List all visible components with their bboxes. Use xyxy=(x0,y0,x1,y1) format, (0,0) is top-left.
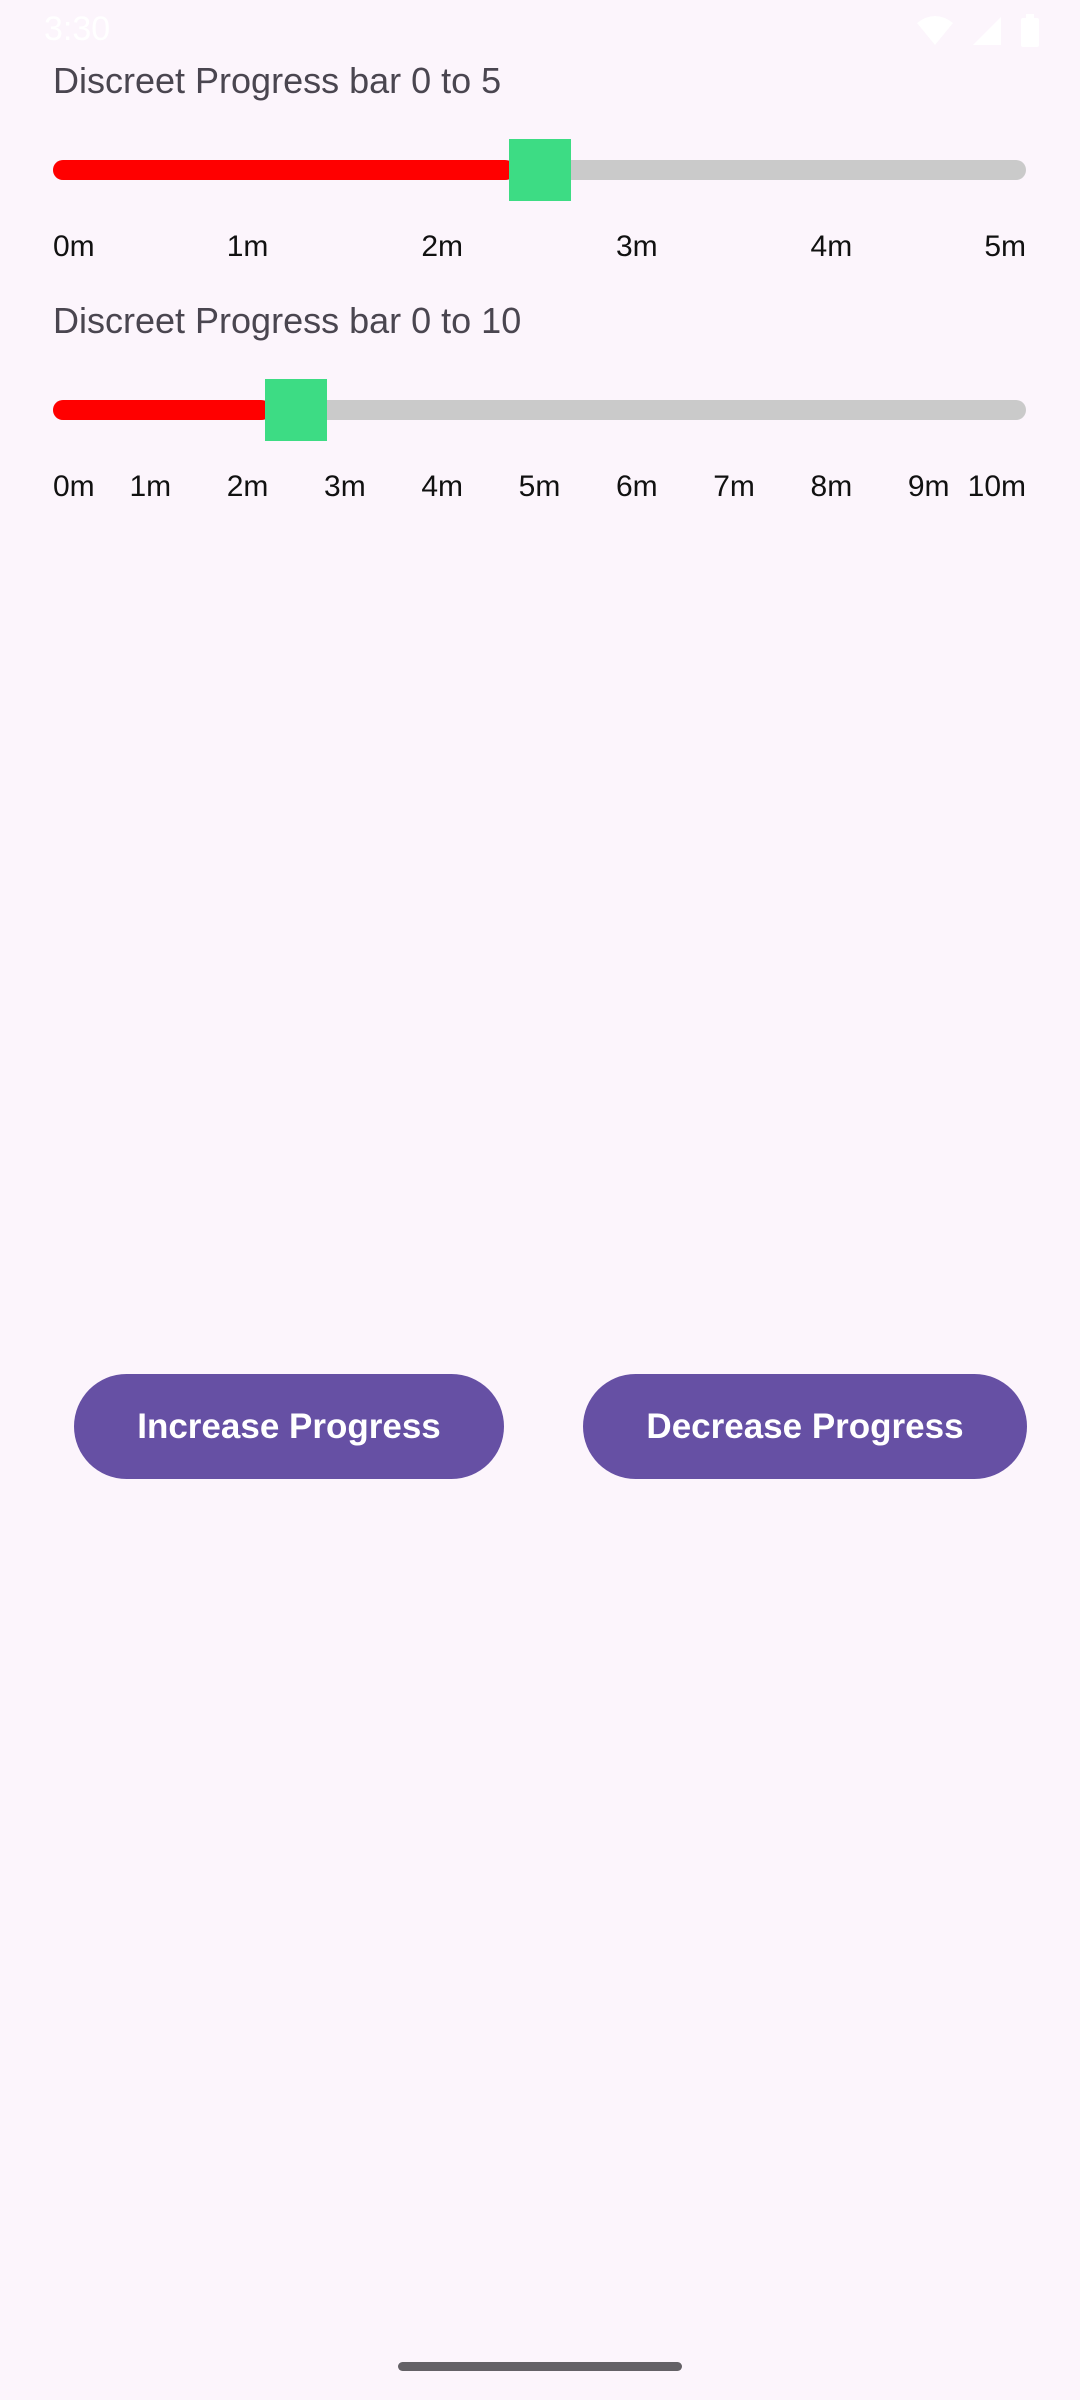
tick-label: 5m xyxy=(984,230,1026,263)
increase-progress-button[interactable]: Increase Progress xyxy=(74,1374,504,1479)
tick-label: 4m xyxy=(810,230,853,263)
tick-label: 1m xyxy=(226,230,269,263)
battery-icon xyxy=(1020,14,1040,48)
tick-label: 4m xyxy=(421,470,464,503)
slider-0-to-10-fill xyxy=(53,400,272,420)
status-bar: 3:30 xyxy=(0,0,1080,64)
signal-icon xyxy=(972,16,1002,46)
status-icons xyxy=(916,14,1040,48)
tick-label: 7m xyxy=(713,470,755,503)
decrease-progress-button[interactable]: Decrease Progress xyxy=(583,1374,1027,1479)
tick-label: 0m xyxy=(53,230,95,263)
status-time: 3:30 xyxy=(44,10,111,48)
tick-label: 1m xyxy=(129,470,172,503)
slider-0-to-10-ticks: 0m 1m 2m 3m 4m 5m 6m 7m 8m 9m 10m xyxy=(53,470,1026,510)
tick-label: 8m xyxy=(810,470,853,503)
tick-label: 3m xyxy=(324,470,366,503)
tick-label: 5m xyxy=(518,470,561,503)
slider-0-to-5-thumb[interactable] xyxy=(508,139,571,201)
slider-0-to-5-ticks: 0m 1m 2m 3m 4m 5m xyxy=(53,230,1026,270)
tick-label: 6m xyxy=(615,470,658,503)
slider-0-to-10-thumb[interactable] xyxy=(265,379,328,441)
slider-0-to-5-label: Discreet Progress bar 0 to 5 xyxy=(53,60,502,101)
tick-label: 9m xyxy=(907,470,950,503)
slider-0-to-10-label: Discreet Progress bar 0 to 10 xyxy=(53,300,522,341)
tick-label: 0m xyxy=(53,470,95,503)
tick-label: 2m xyxy=(421,230,464,263)
slider-0-to-10-track[interactable] xyxy=(53,379,1026,441)
tick-label: 10m xyxy=(967,470,1026,503)
slider-0-to-5-track[interactable] xyxy=(53,139,1026,201)
slider-0-to-5-fill xyxy=(53,160,515,180)
home-indicator[interactable] xyxy=(398,2362,682,2371)
wifi-icon xyxy=(916,15,954,47)
tick-label: 2m xyxy=(226,470,269,503)
tick-label: 3m xyxy=(615,230,658,263)
